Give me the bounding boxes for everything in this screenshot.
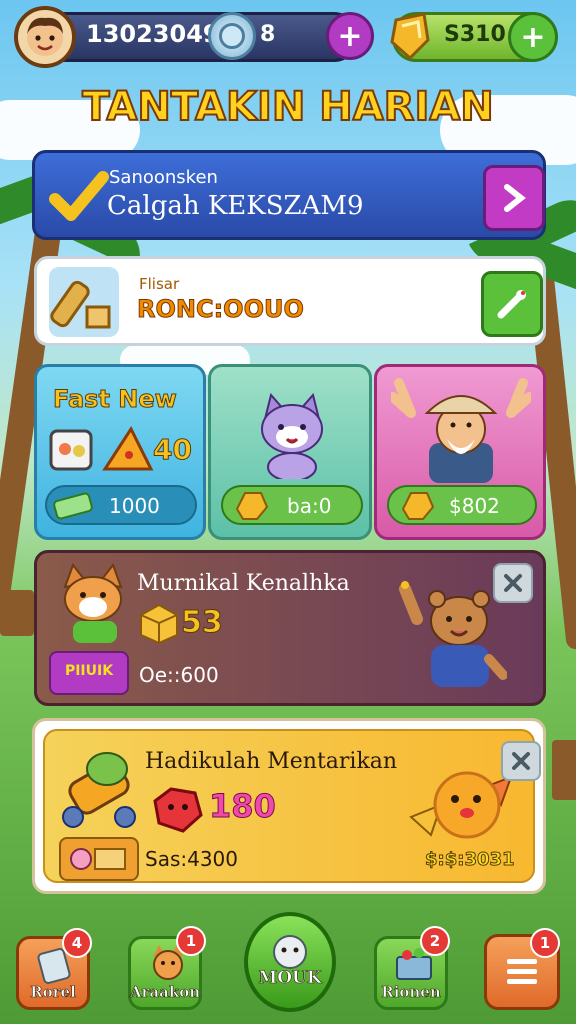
notification-badge: 1: [530, 928, 560, 958]
player-face-icon: [27, 17, 63, 56]
gold-bar-icon: [388, 10, 432, 66]
nav-label: Rorel: [30, 983, 76, 1002]
wooden-crate: [552, 740, 576, 800]
notification-badge: 2: [420, 926, 450, 956]
offer-price: $802: [449, 494, 500, 518]
gold-nugget-icon: [235, 492, 269, 520]
wrench-icon: [497, 290, 526, 319]
bonus-title: Hadikulah Mentarikan: [145, 749, 398, 774]
cat-character-icon: [261, 392, 323, 479]
bonus-close-button[interactable]: [501, 741, 541, 781]
explorer-character-icon: [391, 378, 531, 483]
event-amount: 53: [181, 605, 224, 641]
bonus-price: Sas:4300: [145, 847, 239, 871]
checkmark-icon: [49, 171, 109, 221]
gem-icon: [208, 12, 256, 60]
offer-card-cat[interactable]: ba:0: [208, 364, 372, 540]
notification-badge: 4: [62, 928, 92, 958]
food-box-icon: [49, 429, 93, 471]
close-icon: [512, 752, 530, 770]
claim-reward-button[interactable]: [481, 271, 543, 337]
offer-price-pill: 1000: [45, 485, 197, 525]
avatar[interactable]: [14, 6, 76, 68]
add-gems-button[interactable]: +: [326, 12, 374, 60]
wooden-crate: [0, 590, 34, 636]
reward-value: RONC:OOUO: [137, 295, 305, 324]
event-card[interactable]: PIIUIK Murnikal Kenalhka 53 Oe::600: [34, 550, 546, 706]
gold-block-icon: [140, 603, 178, 645]
dog-character-icon: [63, 563, 123, 643]
hamburger-menu-icon: [507, 959, 537, 984]
offer-title: Fast New: [53, 385, 178, 414]
offer-price-pill: $802: [387, 485, 537, 525]
offer-amount: 40: [153, 433, 193, 467]
gem-count: 8: [260, 22, 276, 47]
offer-price: ba:0: [287, 494, 332, 518]
reward-row: Flisar RONC:OOUO: [34, 256, 546, 346]
cannon-toy-icon: [62, 752, 136, 828]
close-icon: [504, 574, 522, 592]
event-tag: PIIUIK: [64, 663, 114, 679]
offer-card-explorer[interactable]: $802: [374, 364, 546, 540]
chevron-right-icon: [504, 184, 526, 212]
bonus-card[interactable]: Hadikulah Mentarikan 180 Sas:4300 $:$:30…: [43, 729, 541, 883]
food-crate-icon: [70, 848, 126, 870]
bonus-item-box: [59, 837, 139, 881]
gold-count: S310: [444, 22, 506, 47]
add-gold-button[interactable]: +: [508, 12, 558, 62]
reward-item-icon: [49, 267, 119, 337]
player-id: 13023049: [86, 20, 220, 48]
red-gem-icon: [153, 787, 203, 833]
event-title: Murnikal Kenalhka: [137, 571, 350, 596]
offer-card-fast-new[interactable]: Fast New 40 1000: [34, 364, 206, 540]
nav-label: Araakon: [129, 983, 201, 1002]
event-close-button[interactable]: [493, 563, 533, 603]
ghost-character-icon: [273, 935, 307, 969]
banner-title: Calgah KEKSZAM9: [107, 191, 364, 221]
banner-next-button[interactable]: [483, 165, 545, 231]
bear-character-icon: [399, 581, 507, 687]
offer-price-pill: ba:0: [221, 485, 363, 525]
reward-label: Flisar: [139, 275, 180, 293]
nav-label: Rionen: [381, 983, 441, 1002]
page-title: TANTAKIN HARIAN: [81, 83, 495, 131]
bonus-card-frame: Hadikulah Mentarikan 180 Sas:4300 $:$:30…: [32, 718, 546, 894]
event-tag-badge: PIIUIK: [49, 651, 129, 695]
banner-subtitle: Sanoonsken: [109, 167, 218, 188]
pizza-slice-icon: [102, 425, 154, 471]
cash-icon: [53, 492, 93, 520]
event-timer: Oe::600: [139, 663, 219, 687]
notification-badge: 1: [176, 926, 206, 956]
gold-nugget-icon: [401, 492, 435, 520]
bonus-reward: $:$:3031: [425, 849, 516, 871]
bonus-amount: 180: [209, 787, 277, 826]
offer-price: 1000: [109, 494, 160, 518]
nav-item-mouk[interactable]: MOUK: [244, 912, 336, 1012]
daily-challenge-banner[interactable]: Sanoonsken Calgah KEKSZAM9: [32, 150, 546, 240]
